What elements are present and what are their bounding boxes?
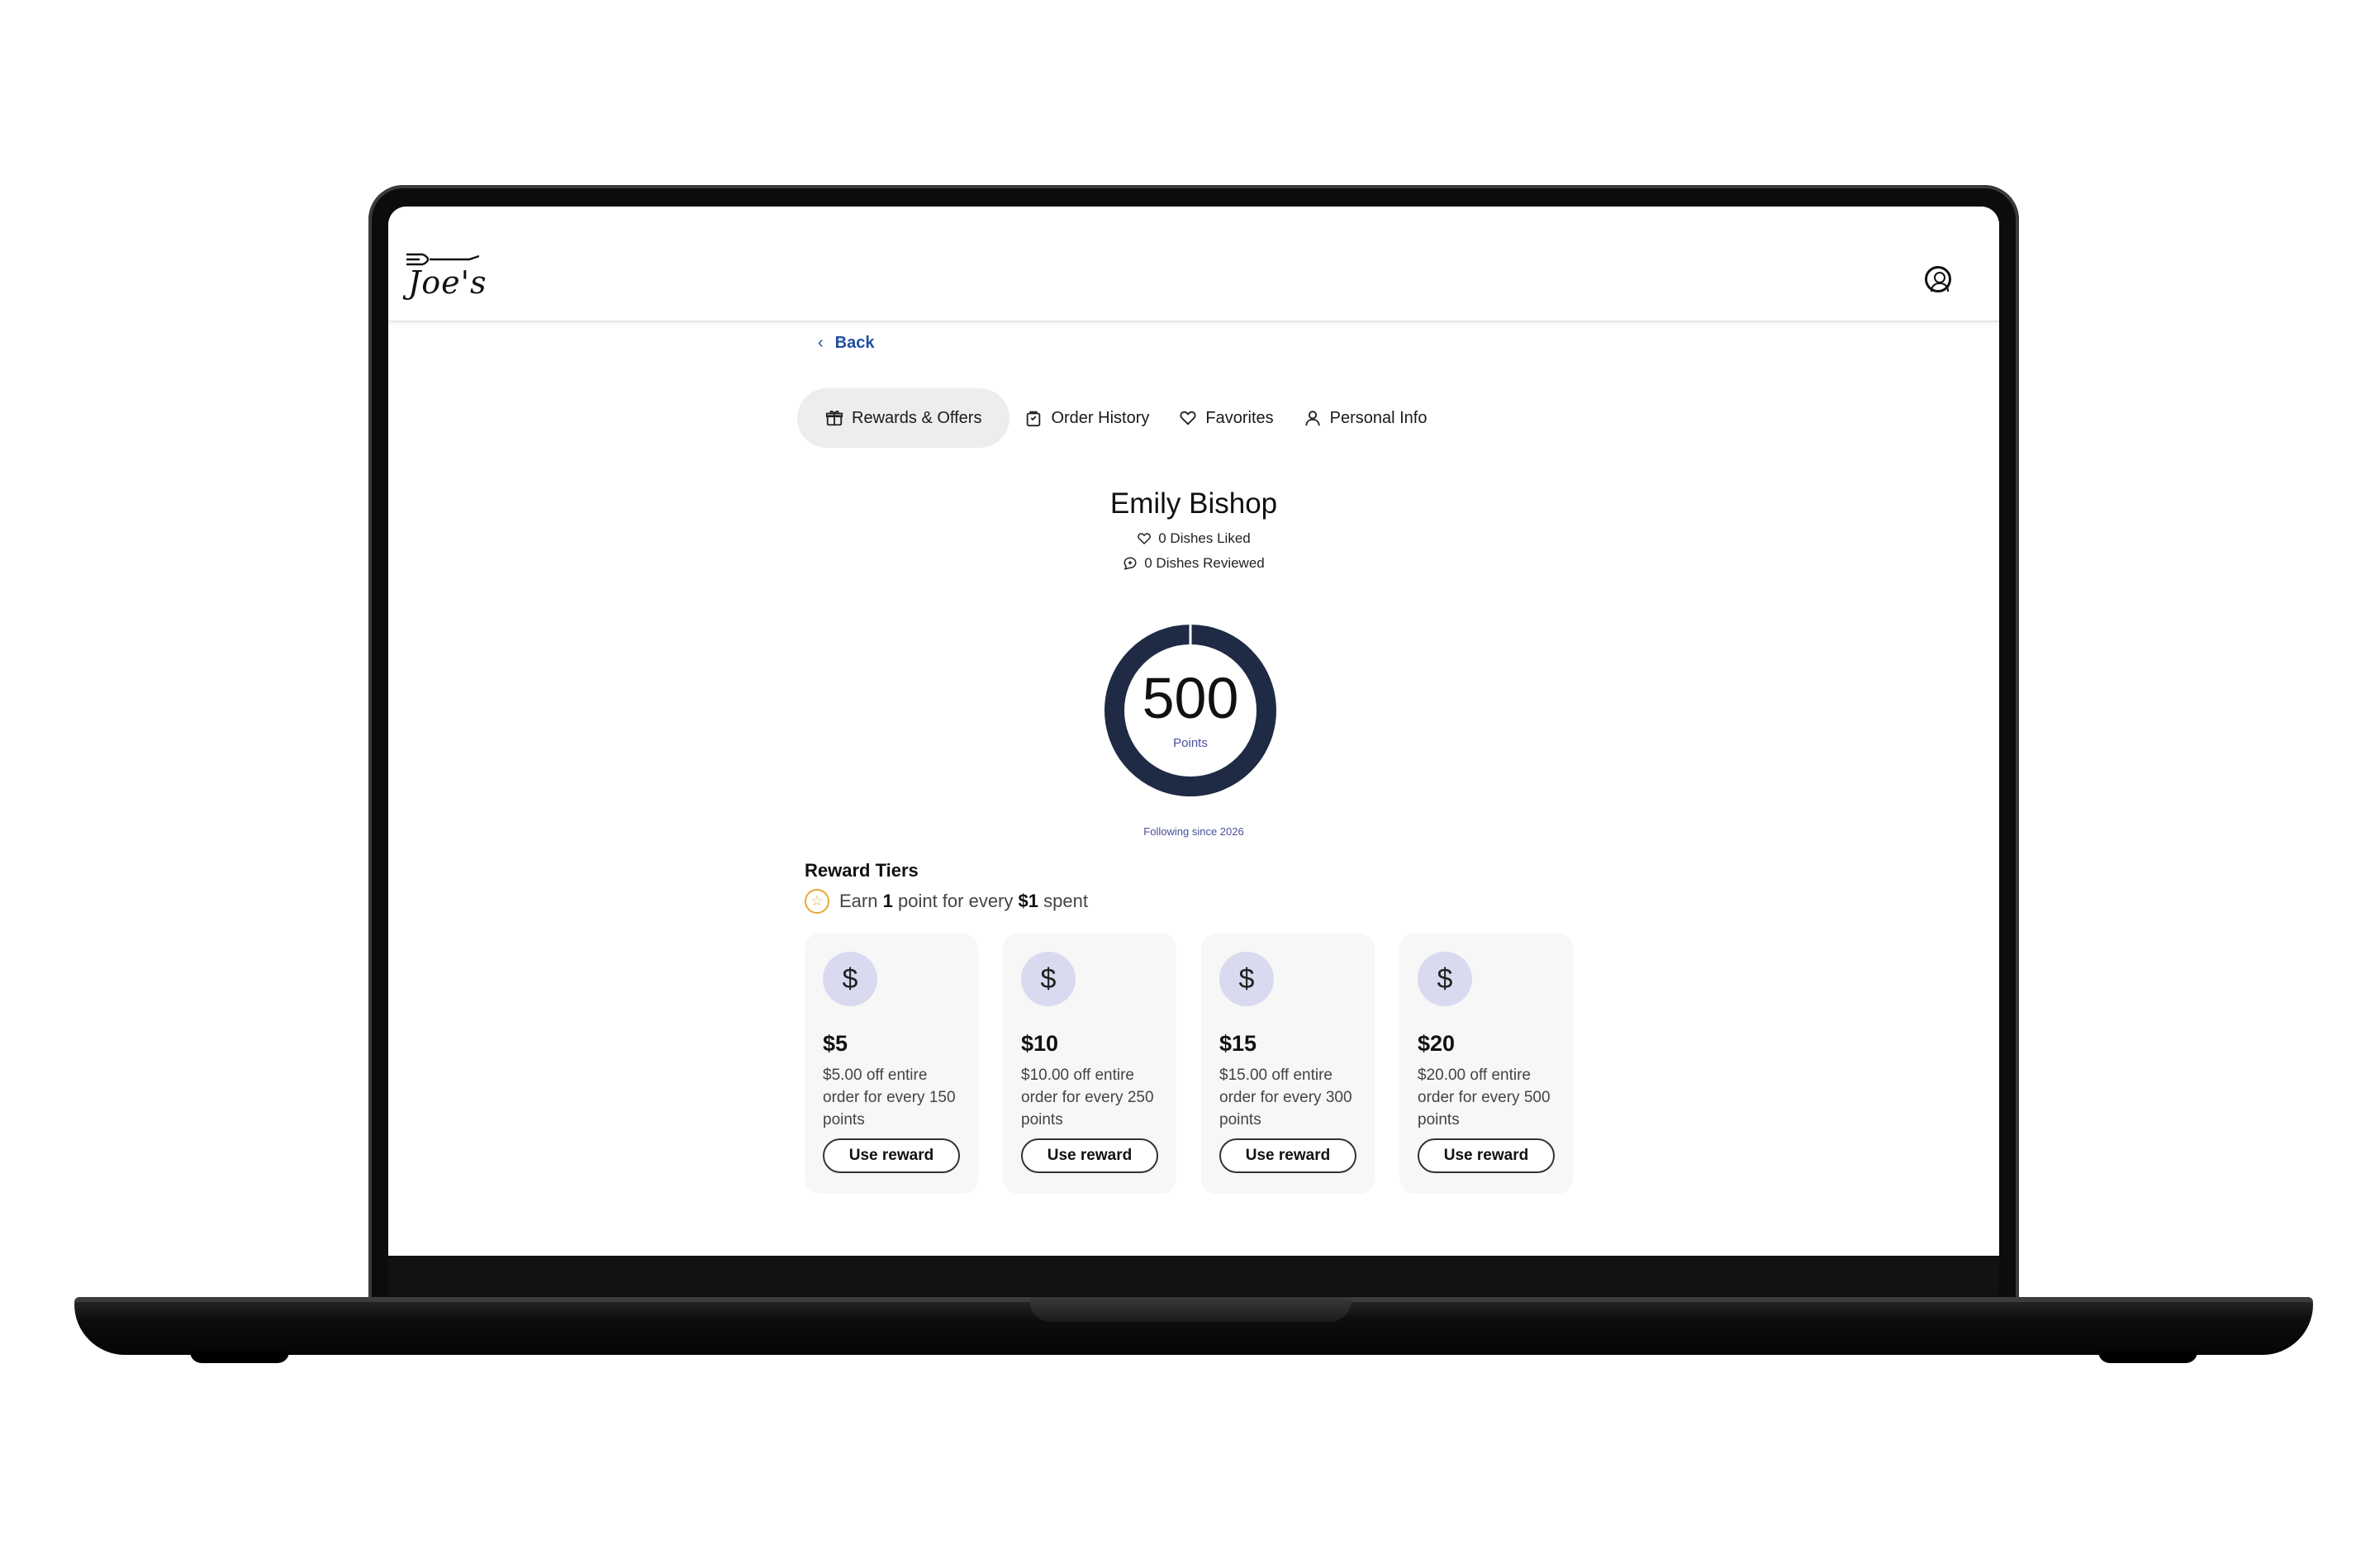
laptop-foot-right xyxy=(2098,1352,2197,1363)
tab-label: Rewards & Offers xyxy=(852,408,982,427)
reward-cards: $ $5 $5.00 off entire order for every 15… xyxy=(805,934,1573,1194)
top-bar: Joe's xyxy=(388,207,1999,322)
use-reward-button[interactable]: Use reward xyxy=(1021,1138,1158,1173)
dishes-reviewed: 0 Dishes Reviewed xyxy=(388,555,1999,572)
points-value: 500 xyxy=(1142,666,1239,730)
tab-personal-info[interactable]: Personal Info xyxy=(1289,388,1442,448)
comment-icon xyxy=(1123,557,1137,570)
dollar-icon: $ xyxy=(1021,952,1076,1006)
chevron-left-icon: ‹ xyxy=(818,333,824,352)
back-label: Back xyxy=(834,333,875,352)
reward-card: $ $10 $10.00 off entire order for every … xyxy=(1003,934,1176,1194)
tab-label: Personal Info xyxy=(1329,408,1428,427)
use-reward-button[interactable]: Use reward xyxy=(1418,1138,1555,1173)
dishes-liked-text: 0 Dishes Liked xyxy=(1158,530,1251,546)
reward-description: $5.00 off entire order for every 150 poi… xyxy=(823,1067,956,1128)
dollar-icon: $ xyxy=(1219,952,1274,1006)
reward-card: $ $20 $20.00 off entire order for every … xyxy=(1399,934,1573,1194)
earn-prefix: Earn xyxy=(839,891,878,911)
reward-card: $ $15 $15.00 off entire order for every … xyxy=(1201,934,1375,1194)
reward-tiers-title: Reward Tiers xyxy=(805,860,919,881)
profile-tabs: Rewards & Offers Order History Favorites… xyxy=(797,388,1442,448)
tab-favorites[interactable]: Favorites xyxy=(1164,388,1288,448)
dishes-liked: 0 Dishes Liked xyxy=(388,530,1999,547)
laptop-hinge-notch xyxy=(1029,1297,1352,1322)
use-reward-button[interactable]: Use reward xyxy=(1219,1138,1356,1173)
earn-suffix: spent xyxy=(1043,891,1088,911)
person-icon xyxy=(1304,411,1320,426)
tab-label: Order History xyxy=(1051,408,1150,427)
use-reward-button[interactable]: Use reward xyxy=(823,1138,960,1173)
laptop-foot-left xyxy=(190,1352,289,1363)
points-label: Points xyxy=(1173,736,1208,750)
tab-label: Favorites xyxy=(1205,408,1274,427)
earn-amount: $1 xyxy=(1018,891,1038,911)
earn-middle: point for every xyxy=(897,891,1014,911)
heart-icon xyxy=(1138,533,1152,545)
logo-text: Joe's xyxy=(408,264,487,301)
reward-amount: $20 xyxy=(1418,1031,1456,1056)
reward-description: $20.00 off entire order for every 500 po… xyxy=(1418,1067,1551,1128)
dollar-icon: $ xyxy=(823,952,877,1006)
reward-description: $15.00 off entire order for every 300 po… xyxy=(1219,1067,1352,1128)
screen: Joe's ‹ Back Rewards & Offers Order Hist… xyxy=(388,207,1999,1256)
heart-icon xyxy=(1180,411,1196,425)
dollar-icon: $ xyxy=(1418,952,1472,1006)
account-icon[interactable] xyxy=(1925,266,1951,292)
earn-points: 1 xyxy=(882,891,893,911)
reward-amount: $10 xyxy=(1021,1031,1059,1056)
following-since: Following since 2026 xyxy=(1143,825,1244,838)
tab-order-history[interactable]: Order History xyxy=(1009,388,1164,448)
profile-name: Emily Bishop xyxy=(1109,487,1278,520)
dishes-reviewed-text: 0 Dishes Reviewed xyxy=(1144,555,1265,571)
earn-rate: ☆ Earn 1 point for every $1 spent xyxy=(805,889,1088,914)
reward-amount: $5 xyxy=(823,1031,848,1056)
reward-amount: $15 xyxy=(1219,1031,1257,1056)
bag-icon xyxy=(1027,411,1041,427)
gift-icon xyxy=(825,411,843,426)
tab-rewards-offers[interactable]: Rewards & Offers xyxy=(797,388,1010,448)
star-icon: ☆ xyxy=(805,889,829,914)
back-link[interactable]: ‹ Back xyxy=(818,330,874,355)
laptop-bezel-bottom xyxy=(388,1256,1999,1295)
logo[interactable]: Joe's xyxy=(405,249,487,309)
reward-description: $10.00 off entire order for every 250 po… xyxy=(1021,1067,1154,1128)
reward-card: $ $5 $5.00 off entire order for every 15… xyxy=(805,934,978,1194)
